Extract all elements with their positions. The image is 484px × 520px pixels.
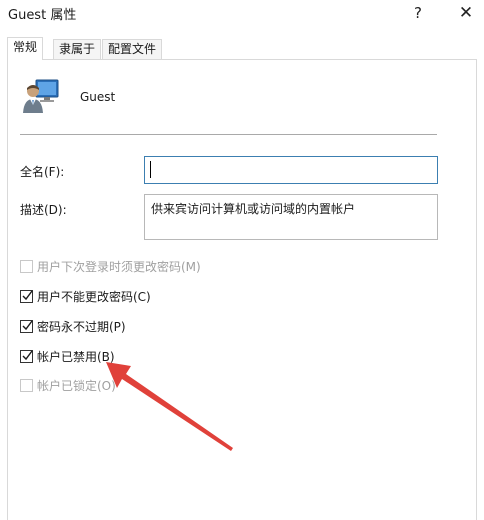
window-title: Guest 属性 [8, 8, 77, 23]
fullname-input[interactable] [144, 156, 438, 184]
text-caret [150, 161, 151, 178]
general-panel: Guest 全名(F): 描述(D): 供来宾访问计算机或访问域的内置帐户 用户… [7, 59, 477, 520]
checkbox-box[interactable] [20, 290, 33, 303]
checkbox-label: 帐户已锁定(O) [37, 379, 116, 393]
help-button[interactable]: ? [398, 0, 438, 28]
checkbox-label: 用户下次登录时须更改密码(M) [37, 260, 201, 274]
checkbox-label: 密码永不过期(P) [37, 320, 126, 334]
checkmark-icon [22, 320, 33, 331]
fullname-label: 全名(F): [20, 165, 65, 179]
checkbox-box[interactable] [20, 260, 33, 273]
description-label: 描述(D): [20, 203, 67, 217]
close-icon: ✕ [458, 3, 474, 23]
description-input[interactable]: 供来宾访问计算机或访问域的内置帐户 [144, 194, 438, 240]
help-icon: ? [414, 4, 422, 22]
checkmark-icon [22, 350, 33, 361]
tab-strip: 常规 隶属于 配置文件 [7, 37, 477, 60]
close-button[interactable]: ✕ [446, 0, 484, 28]
tab-member-of[interactable]: 隶属于 [53, 39, 102, 59]
tab-profile[interactable]: 配置文件 [102, 39, 163, 59]
checkbox-box[interactable] [20, 320, 33, 333]
tab-general[interactable]: 常规 [7, 37, 44, 60]
divider [20, 134, 437, 135]
user-account-icon [23, 79, 59, 113]
account-name: Guest [80, 90, 116, 104]
checkbox-box[interactable] [20, 379, 33, 392]
properties-dialog: Guest 属性 ? ✕ 常规 隶属于 配置文件 Guest 全名(F): 描述… [0, 0, 484, 520]
checkbox-label: 帐户已禁用(B) [37, 350, 115, 364]
checkbox-label: 用户不能更改密码(C) [37, 290, 151, 304]
checkmark-icon [22, 290, 33, 301]
title-bar[interactable]: Guest 属性 ? ✕ [0, 0, 484, 30]
checkbox-box[interactable] [20, 350, 33, 363]
